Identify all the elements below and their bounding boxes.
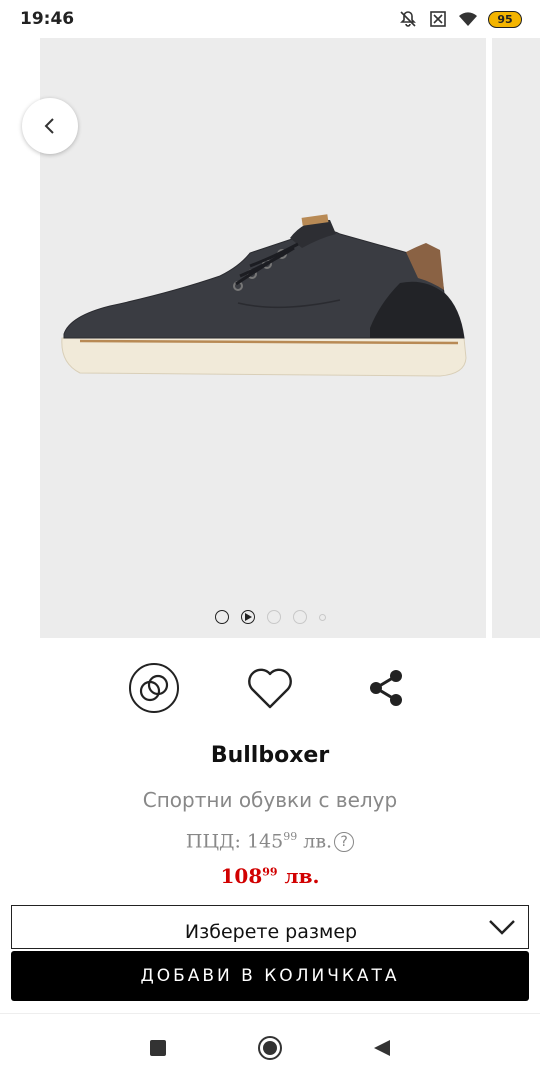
play-icon xyxy=(244,613,252,621)
system-nav-bar xyxy=(0,1013,540,1081)
product-gallery[interactable] xyxy=(0,38,540,638)
pagination-dot[interactable] xyxy=(266,610,281,624)
recommended-retail-price: ПЦД: 14599 лв.? xyxy=(0,830,540,853)
rrp-label: ПЦД: xyxy=(185,830,247,853)
pagination-dot[interactable] xyxy=(214,610,229,624)
rrp-help-icon[interactable]: ? xyxy=(334,832,355,853)
share-icon xyxy=(370,670,402,706)
rrp-dec: 99 xyxy=(283,830,298,843)
product-price: 10899 лв. xyxy=(0,864,540,888)
wifi-icon xyxy=(459,12,477,26)
compare-rings-icon xyxy=(129,663,179,713)
status-bar: 19:46 95 xyxy=(0,0,540,38)
sim-off-icon xyxy=(430,11,446,27)
size-select[interactable]: Изберете размер xyxy=(11,905,529,949)
square-icon xyxy=(150,1040,166,1056)
rrp-currency: лв. xyxy=(297,830,333,853)
size-select-label: Изберете размер xyxy=(184,921,358,943)
home-button[interactable] xyxy=(258,1036,282,1060)
status-icons: 95 xyxy=(398,9,522,29)
back-button[interactable] xyxy=(22,98,78,154)
price-int: 108 xyxy=(220,864,263,888)
compare-button[interactable] xyxy=(126,660,182,716)
chevron-down-icon xyxy=(489,920,515,935)
status-time: 19:46 xyxy=(20,9,75,29)
pagination-dot[interactable] xyxy=(318,613,326,621)
battery-icon: 95 xyxy=(488,10,522,28)
mute-icon xyxy=(400,11,416,27)
gallery-pagination xyxy=(0,610,540,624)
heart-icon xyxy=(248,668,292,709)
share-button[interactable] xyxy=(358,660,414,716)
back-chevron-icon xyxy=(44,118,54,134)
product-image[interactable] xyxy=(40,38,486,638)
product-name: Спортни обувки с велур xyxy=(142,788,398,812)
price-dec: 99 xyxy=(262,865,278,879)
recents-button[interactable] xyxy=(146,1036,170,1060)
back-triangle-icon xyxy=(374,1040,390,1056)
rrp-int: 145 xyxy=(246,830,284,853)
product-brand[interactable]: Bullboxer xyxy=(0,743,540,768)
add-to-cart-button[interactable]: ДОБАВИ В КОЛИЧКАТА xyxy=(11,951,529,1001)
wishlist-button[interactable] xyxy=(242,660,298,716)
product-actions xyxy=(0,660,540,716)
pagination-dot-video[interactable] xyxy=(240,610,255,624)
price-currency: лв. xyxy=(277,864,320,888)
next-product-image-peek[interactable] xyxy=(492,38,540,638)
back-nav-button[interactable] xyxy=(370,1036,394,1060)
pagination-dot[interactable] xyxy=(292,610,307,624)
sneaker-illustration xyxy=(61,214,467,377)
home-circle-icon xyxy=(258,1036,282,1060)
